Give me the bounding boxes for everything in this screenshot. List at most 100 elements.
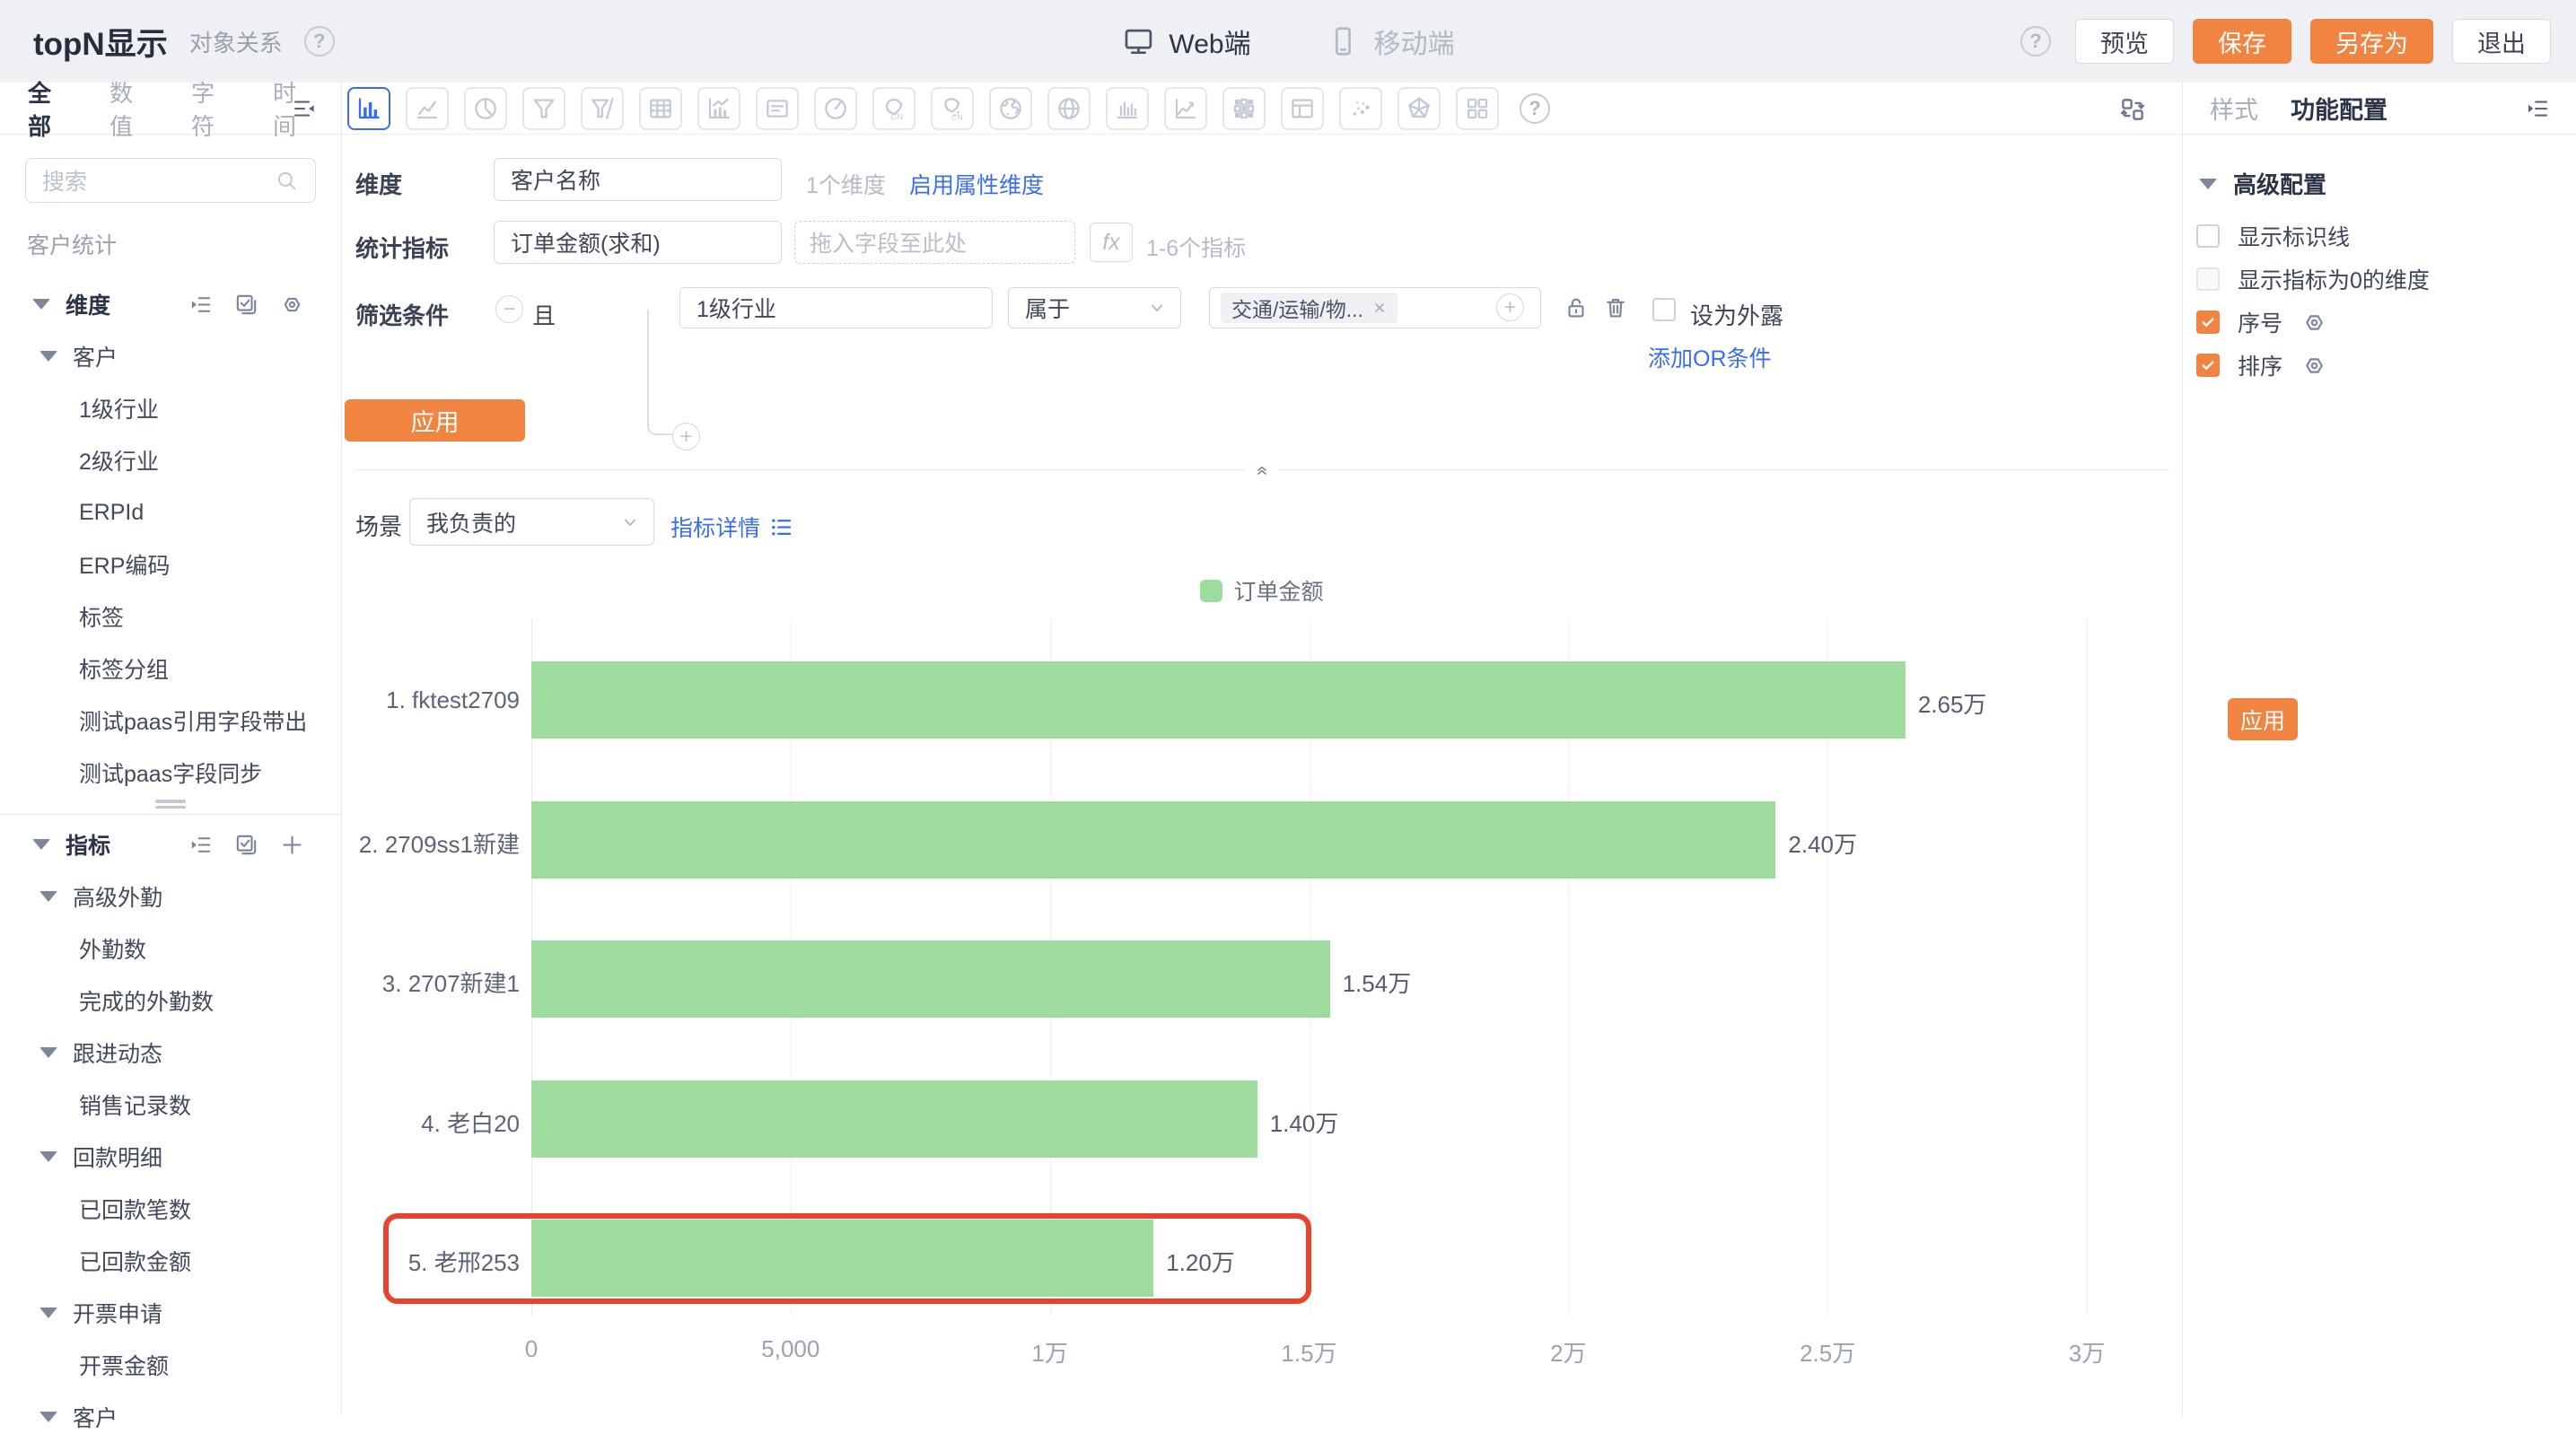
tree-item[interactable]: 销售记录数 [0,1079,341,1131]
tree-item[interactable]: 外勤数 [0,923,341,975]
chart-type-radar-button[interactable] [1398,87,1441,130]
chart-type-crosstab-button[interactable] [1281,87,1324,130]
tree-item[interactable]: ERP编码 [0,538,341,590]
tree-item[interactable]: 已回款笔数 [0,1183,341,1235]
chart-type-histogram-button[interactable] [1106,87,1149,130]
exit-button[interactable]: 退出 [2452,19,2551,64]
tree-group[interactable]: 指标 [0,818,341,870]
filter-field-input[interactable] [679,287,993,328]
sidebar-tab-1[interactable]: 全部 [28,75,68,142]
tree-subgroup[interactable]: 开票申请 [0,1287,341,1339]
multi-select-icon[interactable] [233,832,259,858]
indent-icon[interactable] [188,832,214,858]
chart-type-table-button[interactable] [639,87,682,130]
legend-item[interactable]: 订单金额 [1200,574,1323,607]
collapse-panel-icon[interactable] [1246,455,1278,484]
filter-value-box[interactable]: 交通/运输/物... [1209,287,1541,328]
apply-config-button[interactable]: 应用 [2228,698,2298,740]
chart-type-heatmap-button[interactable] [1222,87,1266,130]
tree-item[interactable]: 开票金额 [0,1339,341,1391]
lock-icon[interactable] [1563,294,1590,321]
enable-attribute-dimension-link[interactable]: 启用属性维度 [909,168,1044,200]
config-option-checkbox[interactable] [2196,310,2220,334]
chart-type-scatter-button[interactable] [1339,87,1382,130]
tree-subgroup[interactable]: 客户 [0,330,341,382]
web-toggle[interactable]: Web端 [1121,22,1250,61]
chart-type-globe-button[interactable] [1047,87,1091,130]
bar[interactable] [531,940,1330,1018]
chart-type-gauge-button[interactable] [814,87,857,130]
bar[interactable] [531,1080,1257,1158]
object-relation-help-icon[interactable]: ? [304,26,335,57]
add-filter-value-button[interactable]: + [1496,293,1524,321]
chart-type-funnel-compare-button[interactable] [581,87,624,130]
advanced-config-section[interactable]: 高级配置 [2199,167,2576,200]
chart-type-map-china-bubble-button[interactable]: CN [931,87,974,130]
settings-hexagon-icon[interactable] [2300,352,2328,380]
plus-icon[interactable] [279,832,305,858]
tree-subgroup[interactable]: 回款明细 [0,1131,341,1183]
tree-group[interactable]: 维度 [0,278,341,330]
chart-type-pie-button[interactable] [464,87,507,130]
filter-operator-select[interactable]: 属于 [1008,287,1181,328]
chart-type-card-button[interactable] [756,87,799,130]
tree-item[interactable]: 标签 [0,590,341,643]
metric-field-input[interactable] [494,221,782,264]
chart-type-trend-line-button[interactable] [1164,87,1207,130]
trash-icon[interactable] [1602,294,1629,321]
tab-style[interactable]: 样式 [2210,91,2258,126]
chart-type-bar-button[interactable] [347,87,390,130]
tree-item[interactable]: 完成的外勤数 [0,975,341,1027]
preview-button[interactable]: 预览 [2075,19,2174,64]
tree-subgroup[interactable]: 跟进动态 [0,1027,341,1079]
swap-axes-icon[interactable] [2117,94,2148,125]
chart-type-map-world-button[interactable] [989,87,1032,130]
tree-item[interactable]: 2级行业 [0,434,341,486]
chart-type-help-icon[interactable]: ? [1520,93,1550,124]
add-or-condition-link[interactable]: 添加OR条件 [1648,341,1772,373]
tab-function-config[interactable]: 功能配置 [2291,91,2388,126]
bar[interactable] [531,661,1906,739]
tree-item[interactable]: 测试paas引用字段带出 [0,695,341,747]
tree-subgroup[interactable]: 高级外勤 [0,870,341,923]
tree-item[interactable]: 标签分组 [0,643,341,695]
field-filter-icon[interactable] [291,95,318,122]
save-as-button[interactable]: 另存为 [2310,19,2433,64]
multi-select-icon[interactable] [233,292,259,318]
sidebar-tab-3[interactable]: 字符 [191,75,232,142]
remove-condition-group-button[interactable]: − [495,295,523,323]
apply-query-button[interactable]: 应用 [345,399,525,442]
expose-checkbox[interactable] [1652,298,1676,321]
object-relation-link[interactable]: 对象关系 [189,25,283,58]
config-option-checkbox[interactable] [2196,224,2220,248]
tree-subgroup[interactable]: 客户 [0,1391,341,1443]
settings-hexagon-icon[interactable] [2300,309,2328,337]
chart-type-map-china-button[interactable]: CN [872,87,916,130]
bar[interactable] [531,801,1775,879]
remove-tag-icon[interactable] [1372,301,1387,315]
field-search-input[interactable]: 搜索 [25,158,316,203]
tree-item[interactable]: 已回款金额 [0,1235,341,1287]
help-icon[interactable]: ? [2020,26,2051,57]
settings-hexagon-icon[interactable] [279,292,305,318]
chart-type-blocks-button[interactable] [1456,87,1499,130]
save-button[interactable]: 保存 [2193,19,2291,64]
config-option-checkbox[interactable] [2196,267,2220,291]
config-option-checkbox[interactable] [2196,354,2220,377]
add-and-condition-button[interactable]: + [672,423,700,450]
dimension-field-input[interactable] [494,158,782,201]
chart-type-funnel-button[interactable] [522,87,565,130]
tree-item[interactable]: ERPId [0,486,341,538]
sidebar-tab-2[interactable]: 数值 [110,75,150,142]
metric-detail-link[interactable]: 指标详情 [670,511,793,543]
chart-type-combo-button[interactable] [697,87,740,130]
collapse-config-icon[interactable] [2524,95,2551,122]
mobile-toggle[interactable]: 移动端 [1327,22,1455,61]
scene-select[interactable]: 我负责的 [409,498,654,546]
formula-button[interactable]: fx [1090,223,1133,262]
metric-drop-zone[interactable]: 拖入字段至此处 [794,221,1075,264]
indent-icon[interactable] [188,292,214,318]
chart-type-line-button[interactable] [406,87,449,130]
tree-item[interactable]: 1级行业 [0,382,341,434]
drag-handle-icon[interactable] [155,797,186,811]
